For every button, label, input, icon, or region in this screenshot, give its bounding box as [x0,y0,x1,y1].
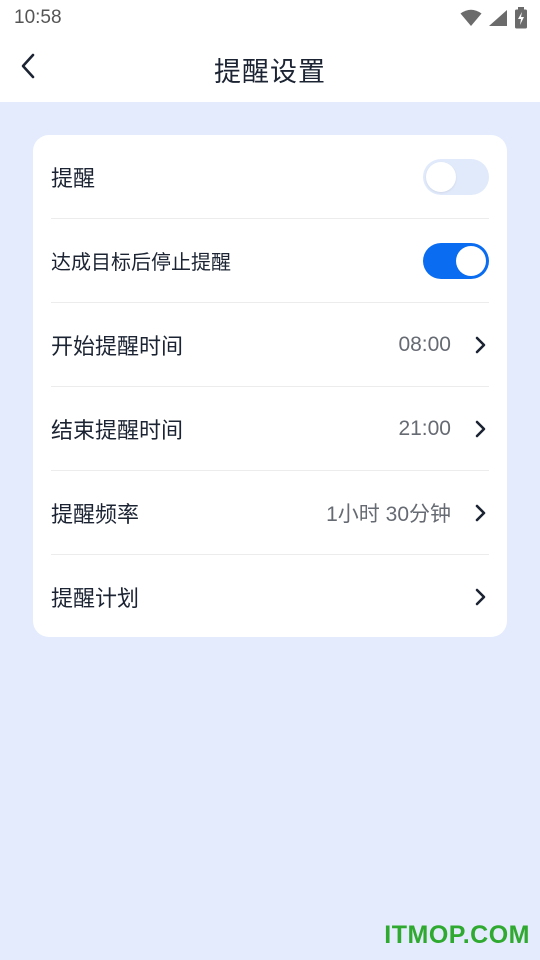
toggle-knob [426,161,456,192]
app-bar: 提醒设置 [0,36,540,102]
chevron-left-icon [20,53,36,83]
toggle-knob [456,245,486,276]
battery-charging-icon [514,7,528,29]
wifi-icon [460,9,482,27]
chevron-right-icon [473,420,489,438]
setting-value-group: 08:00 [398,333,489,357]
setting-value-group: 1小时 30分钟 [326,498,489,528]
end-time-value: 21:00 [398,416,451,440]
chevron-right-icon [473,588,489,606]
reminder-toggle[interactable] [423,158,489,195]
settings-card: 提醒 达成目标后停止提醒 开始提醒时间 08:00 结束提醒时间 21:00 提… [33,135,507,637]
setting-row-stop-after-goal: 达成目标后停止提醒 [51,219,489,303]
status-bar: 10:58 [0,0,540,36]
start-time-value: 08:00 [398,332,451,356]
setting-label: 达成目标后停止提醒 [51,250,231,274]
status-time: 10:58 [14,7,62,28]
setting-label: 结束提醒时间 [51,418,184,444]
frequency-value: 1小时 30分钟 [326,502,451,526]
setting-label: 提醒频率 [51,502,140,528]
watermark: ITMOP.COM [384,921,530,949]
setting-value-group [473,588,489,606]
setting-label: 提醒 [51,166,96,192]
status-icons [460,7,528,29]
setting-row-start-time[interactable]: 开始提醒时间 08:00 [51,303,489,387]
chevron-right-icon [473,336,489,354]
cellular-signal-icon [488,9,508,27]
chevron-right-icon [473,504,489,522]
back-button[interactable] [10,50,46,86]
setting-row-frequency[interactable]: 提醒频率 1小时 30分钟 [51,471,489,555]
setting-row-end-time[interactable]: 结束提醒时间 21:00 [51,387,489,471]
setting-row-plan[interactable]: 提醒计划 [51,555,489,639]
setting-label: 开始提醒时间 [51,334,184,360]
setting-row-reminder: 提醒 [51,135,489,219]
stop-after-goal-toggle[interactable] [423,242,489,279]
setting-value-group: 21:00 [398,417,489,441]
setting-label: 提醒计划 [51,587,140,612]
page-title: 提醒设置 [214,56,326,88]
